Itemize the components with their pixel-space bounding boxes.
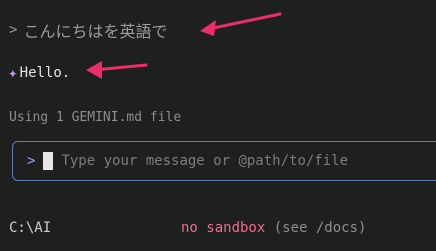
user-prompt-symbol: > [9, 22, 18, 38]
user-message-text: こんにちはを英語で [23, 22, 168, 41]
annotation-arrow-icon [86, 61, 148, 79]
message-input[interactable]: > Type your message or @path/to/file [12, 141, 436, 181]
text-cursor [43, 152, 54, 170]
input-prompt-symbol: > [27, 153, 36, 169]
assistant-response-text: Hello. [19, 64, 71, 81]
user-message-line: > こんにちはを英語で [9, 18, 167, 42]
sandbox-status-text: no sandbox [181, 220, 266, 236]
sandbox-status: no sandbox (see /docs) [181, 220, 366, 236]
sandbox-hint-text: (see /docs) [273, 220, 367, 236]
sparkle-icon: ✦ [8, 63, 18, 82]
input-placeholder: Type your message or @path/to/file [61, 153, 349, 169]
assistant-response-line: ✦ Hello. [8, 63, 70, 82]
context-info: Using 1 GEMINI.md file [9, 110, 182, 125]
annotation-arrow-icon [200, 12, 282, 36]
current-directory: C:\AI [9, 220, 52, 236]
